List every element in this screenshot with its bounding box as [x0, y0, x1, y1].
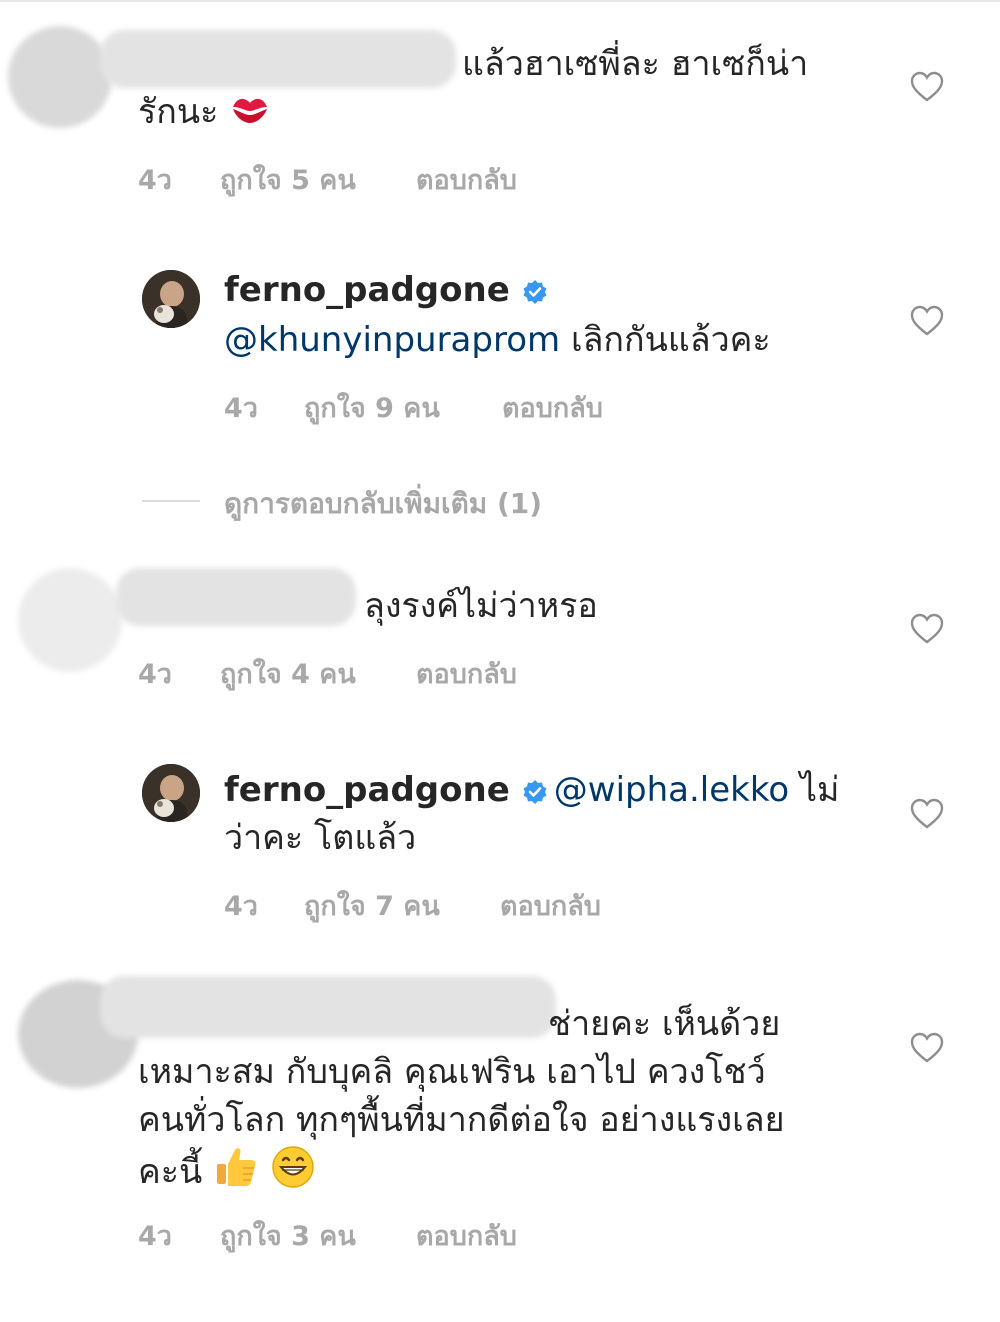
username-blurred[interactable]	[100, 976, 556, 1038]
username[interactable]: ferno_padgone	[224, 270, 510, 310]
mention-link[interactable]: @wipha.lekko	[554, 770, 789, 810]
comment-text-line4: คะนี้	[138, 1144, 316, 1203]
comment-time: 4ว	[224, 393, 258, 424]
comment-text-part: รักนะ	[138, 92, 219, 132]
avatar[interactable]	[142, 764, 200, 822]
comment-text: ช่ายคะ เห็นด้วย	[548, 1004, 781, 1044]
heart-icon[interactable]	[910, 1032, 944, 1064]
heart-icon[interactable]	[910, 613, 944, 645]
comment-text-line2: เหมาะสม กับบุคลิ คุณเฟริน เอาไป ควงโชว์	[138, 1052, 766, 1092]
comment-header: ferno_padgone @wipha.lekko ไม่	[224, 766, 839, 814]
comment-time: 4ว	[138, 659, 172, 690]
comment-text-line3: คนทั่วโลก ทุกๆพื้นที่มากดีต่อใจ อย่างแรง…	[138, 1100, 785, 1140]
comment-text-part: ไม่	[789, 770, 840, 810]
comment-time: 4ว	[224, 891, 258, 922]
comment-header: ferno_padgone	[224, 266, 554, 314]
likes-count[interactable]: ถูกใจ 7 คน	[304, 884, 440, 927]
comment-time: 4ว	[138, 165, 172, 196]
comment-text: @khunyinpuraprom เลิกกันแล้วคะ	[224, 316, 771, 364]
comment-text: แล้วฮาเซพี่ละ ฮาเซก็น่า	[462, 44, 809, 84]
likes-count[interactable]: ถูกใจ 4 คน	[220, 652, 356, 695]
comment-text-line2: ว่าคะ โตแล้ว	[224, 818, 417, 858]
reply-button[interactable]: ตอบกลับ	[416, 158, 517, 201]
comment-time: 4ว	[138, 1221, 172, 1252]
username-blurred[interactable]	[100, 30, 456, 88]
reply-button[interactable]: ตอบกลับ	[416, 652, 517, 695]
avatar[interactable]	[142, 270, 200, 328]
verified-badge-icon	[523, 779, 547, 804]
comment-text: ลุงรงค์ไม่ว่าหรอ	[364, 586, 598, 626]
verified-badge-icon	[523, 279, 547, 304]
avatar-blurred[interactable]	[18, 568, 122, 672]
likes-count[interactable]: ถูกใจ 3 คน	[220, 1214, 356, 1257]
thumbs-up-icon	[213, 1144, 259, 1203]
avatar-blurred[interactable]	[8, 26, 112, 128]
heart-icon[interactable]	[910, 305, 944, 337]
username-blurred[interactable]	[116, 568, 356, 626]
mention-link[interactable]: @khunyinpuraprom	[224, 320, 560, 360]
reply-button[interactable]: ตอบกลับ	[416, 1214, 517, 1257]
comment-text-part: เลิกกันแล้วคะ	[560, 320, 771, 360]
comment-text-part: คะนี้	[138, 1152, 203, 1192]
view-more-replies-label[interactable]: ดูการตอบกลับเพิ่มเติม (1)	[224, 482, 542, 526]
likes-count[interactable]: ถูกใจ 5 คน	[220, 158, 356, 201]
kiss-mark-icon	[229, 90, 271, 138]
reply-button[interactable]: ตอบกลับ	[500, 884, 601, 927]
heart-icon[interactable]	[910, 71, 944, 103]
reply-button[interactable]: ตอบกลับ	[502, 386, 603, 429]
username[interactable]: ferno_padgone	[224, 770, 510, 810]
heart-icon[interactable]	[910, 798, 944, 830]
top-divider	[0, 0, 1000, 2]
comment-text-line2: รักนะ	[138, 88, 271, 138]
divider-line	[142, 500, 200, 502]
grinning-face-icon	[270, 1144, 316, 1203]
likes-count[interactable]: ถูกใจ 9 คน	[304, 386, 440, 429]
